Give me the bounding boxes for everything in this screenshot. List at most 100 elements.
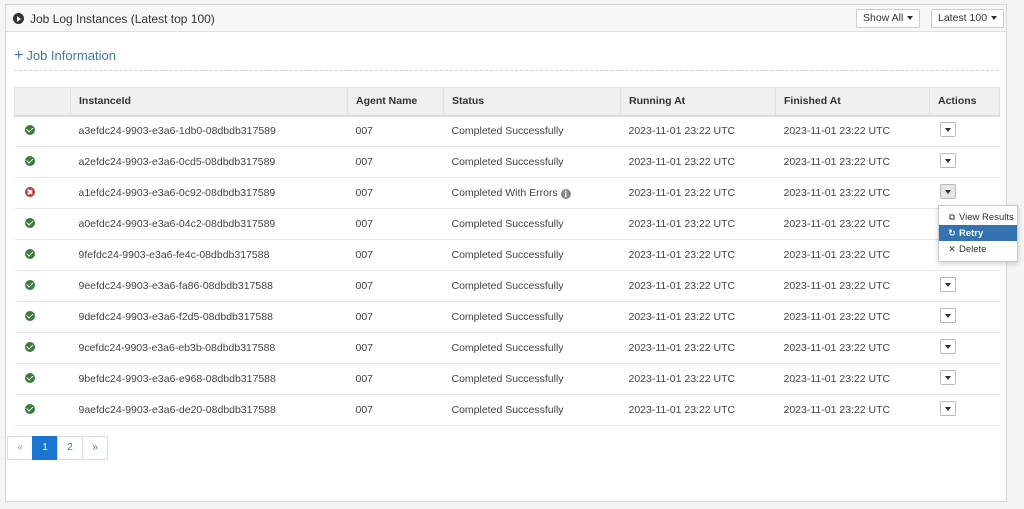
actions-cell xyxy=(929,301,1000,333)
instance-id-cell: 9defdc24-9903-e3a6-f2d5-08dbdb317588 xyxy=(70,301,348,333)
finished-at-cell: 2023-11-01 23:22 UTC xyxy=(775,270,930,302)
job-log-table: InstanceId Agent Name Status Running At Fini… xyxy=(14,87,1000,426)
menu-item-label: Delete xyxy=(959,244,987,255)
actions-dropdown-menu: ⧉ View Results ↻ Retry ✕ Delete xyxy=(938,205,1018,262)
agent-name-cell: 007 xyxy=(347,270,444,302)
latest-label: Latest 100 xyxy=(938,12,988,24)
page-button-2[interactable]: 2 xyxy=(57,436,83,460)
status-cell: Completed With Errors i xyxy=(443,177,621,209)
close-icon: ✕ xyxy=(948,244,956,254)
column-header: Status xyxy=(443,87,621,117)
agent-name-cell: 007 xyxy=(347,394,444,426)
finished-at-cell: 2023-11-01 23:22 UTC xyxy=(775,146,930,178)
running-at-cell: 2023-11-01 23:22 UTC xyxy=(620,177,776,209)
status-cell: Completed Successfully xyxy=(443,332,621,364)
row-actions-dropdown-button[interactable] xyxy=(939,308,956,323)
caret-down-icon xyxy=(907,16,914,21)
info-icon[interactable]: i xyxy=(560,189,571,199)
row-actions-dropdown-button[interactable] xyxy=(939,277,956,292)
actions-cell xyxy=(929,394,1000,426)
menu-item-label: View Results xyxy=(959,212,1014,223)
row-actions-dropdown-button[interactable] xyxy=(939,339,956,354)
column-header: Finished At xyxy=(775,87,930,117)
running-at-cell: 2023-11-01 23:22 UTC xyxy=(620,239,776,271)
status-text: Completed Successfully xyxy=(451,125,564,138)
job-log-panel: Job Log Instances (Latest top 100) Show … xyxy=(5,4,1007,502)
agent-name-cell: 007 xyxy=(347,363,444,395)
finished-at-cell: 2023-11-01 23:22 UTC xyxy=(775,115,930,147)
instance-id-cell: 9cefdc24-9903-e3a6-eb3b-08dbdb317588 xyxy=(70,332,348,364)
next-page-button[interactable]: » xyxy=(82,436,108,460)
external-link-icon: ⧉ xyxy=(948,212,956,222)
running-at-cell: 2023-11-01 23:22 UTC xyxy=(620,208,776,240)
job-information-label: Job Information xyxy=(26,48,116,63)
status-cell: Completed Successfully xyxy=(443,115,621,147)
actions-cell xyxy=(929,332,1000,364)
check-circle-icon xyxy=(24,248,35,259)
row-actions-dropdown-button[interactable] xyxy=(939,122,956,138)
running-at-cell: 2023-11-01 23:22 UTC xyxy=(620,363,776,395)
running-at-cell: 2023-11-01 23:22 UTC xyxy=(620,270,776,302)
status-text: Completed With Errors xyxy=(451,187,558,199)
status-icon-cell xyxy=(14,115,71,147)
table-row: 9befdc24-9903-e3a6-e968-08dbdb317588 007 C… xyxy=(14,363,1000,395)
finished-at-cell: 2023-11-01 23:22 UTC xyxy=(775,363,930,395)
actions-cell xyxy=(929,146,1000,178)
agent-name-cell: 007 xyxy=(347,332,444,364)
status-cell: Completed Successfully xyxy=(443,363,621,395)
actions-cell xyxy=(929,177,1000,209)
agent-name-cell: 007 xyxy=(347,177,444,209)
row-actions-dropdown-button[interactable] xyxy=(939,153,956,168)
instance-id-cell: 9eefdc24-9903-e3a6-fa86-08dbdb317588 xyxy=(70,270,348,302)
latest-dropdown[interactable]: Latest 100 xyxy=(931,9,1005,28)
column-header xyxy=(14,87,71,117)
column-header: Agent Name xyxy=(347,87,444,117)
retry-icon: ↻ xyxy=(948,228,956,238)
table-header-row: InstanceId Agent Name Status Running At Fini… xyxy=(14,87,1000,117)
status-text: Completed Successfully xyxy=(451,404,564,416)
actions-cell xyxy=(929,270,1000,302)
status-text: Completed Successfully xyxy=(451,373,564,385)
running-at-cell: 2023-11-01 23:22 UTC xyxy=(620,332,776,364)
check-circle-icon xyxy=(24,124,35,135)
show-all-dropdown[interactable]: Show All xyxy=(856,9,921,28)
table-row: a1efdc24-9903-e3a6-0c92-08dbdb317589 007 C… xyxy=(14,177,1000,209)
check-circle-icon xyxy=(24,341,35,352)
play-circle-icon[interactable] xyxy=(13,13,24,24)
finished-at-cell: 2023-11-01 23:22 UTC xyxy=(775,301,930,333)
status-cell: Completed Successfully xyxy=(443,301,621,333)
running-at-cell: 2023-11-01 23:22 UTC xyxy=(620,301,776,333)
page-button-1[interactable]: 1 xyxy=(32,436,58,460)
menu-item-retry[interactable]: ↻ Retry xyxy=(939,225,1017,241)
instance-id-cell: a3efdc24-9903-e3a6-1db0-08dbdb317589 xyxy=(70,115,348,147)
status-cell: Completed Successfully xyxy=(443,239,621,271)
menu-item-delete[interactable]: ✕ Delete xyxy=(939,241,1017,257)
instance-id-cell: a1efdc24-9903-e3a6-0c92-08dbdb317589 xyxy=(70,177,348,209)
status-icon-cell xyxy=(14,239,71,271)
actions-cell xyxy=(929,115,1000,147)
agent-name-cell: 007 xyxy=(347,146,444,178)
status-icon-cell xyxy=(14,332,71,364)
job-information-toggle[interactable]: + Job Information xyxy=(14,47,116,65)
column-header: InstanceId xyxy=(70,87,348,117)
agent-name-cell: 007 xyxy=(347,115,444,147)
table-row: a3efdc24-9903-e3a6-1db0-08dbdb317589 007 C… xyxy=(14,115,1000,147)
panel-title: Job Log Instances (Latest top 100) xyxy=(30,12,215,26)
agent-name-cell: 007 xyxy=(347,301,444,333)
running-at-cell: 2023-11-01 23:22 UTC xyxy=(620,115,776,147)
running-at-cell: 2023-11-01 23:22 UTC xyxy=(620,146,776,178)
menu-item-view-results[interactable]: ⧉ View Results xyxy=(939,209,1017,225)
row-actions-dropdown-button[interactable] xyxy=(939,401,956,416)
caret-down-icon xyxy=(991,16,998,21)
status-text: Completed Successfully xyxy=(451,218,564,230)
table-row: 9eefdc24-9903-e3a6-fa86-08dbdb317588 007 C… xyxy=(14,270,1000,302)
row-actions-dropdown-button[interactable] xyxy=(939,370,956,385)
agent-name-cell: 007 xyxy=(347,239,444,271)
status-text: Completed Successfully xyxy=(451,249,564,261)
prev-page-button[interactable]: « xyxy=(7,436,33,460)
instance-id-cell: a2efdc24-9903-e3a6-0cd5-08dbdb317589 xyxy=(70,146,348,178)
status-text: Completed Successfully xyxy=(451,156,564,168)
instance-id-cell: 9befdc24-9903-e3a6-e968-08dbdb317588 xyxy=(70,363,348,395)
check-circle-icon xyxy=(24,403,35,414)
row-actions-dropdown-button[interactable] xyxy=(939,184,956,199)
